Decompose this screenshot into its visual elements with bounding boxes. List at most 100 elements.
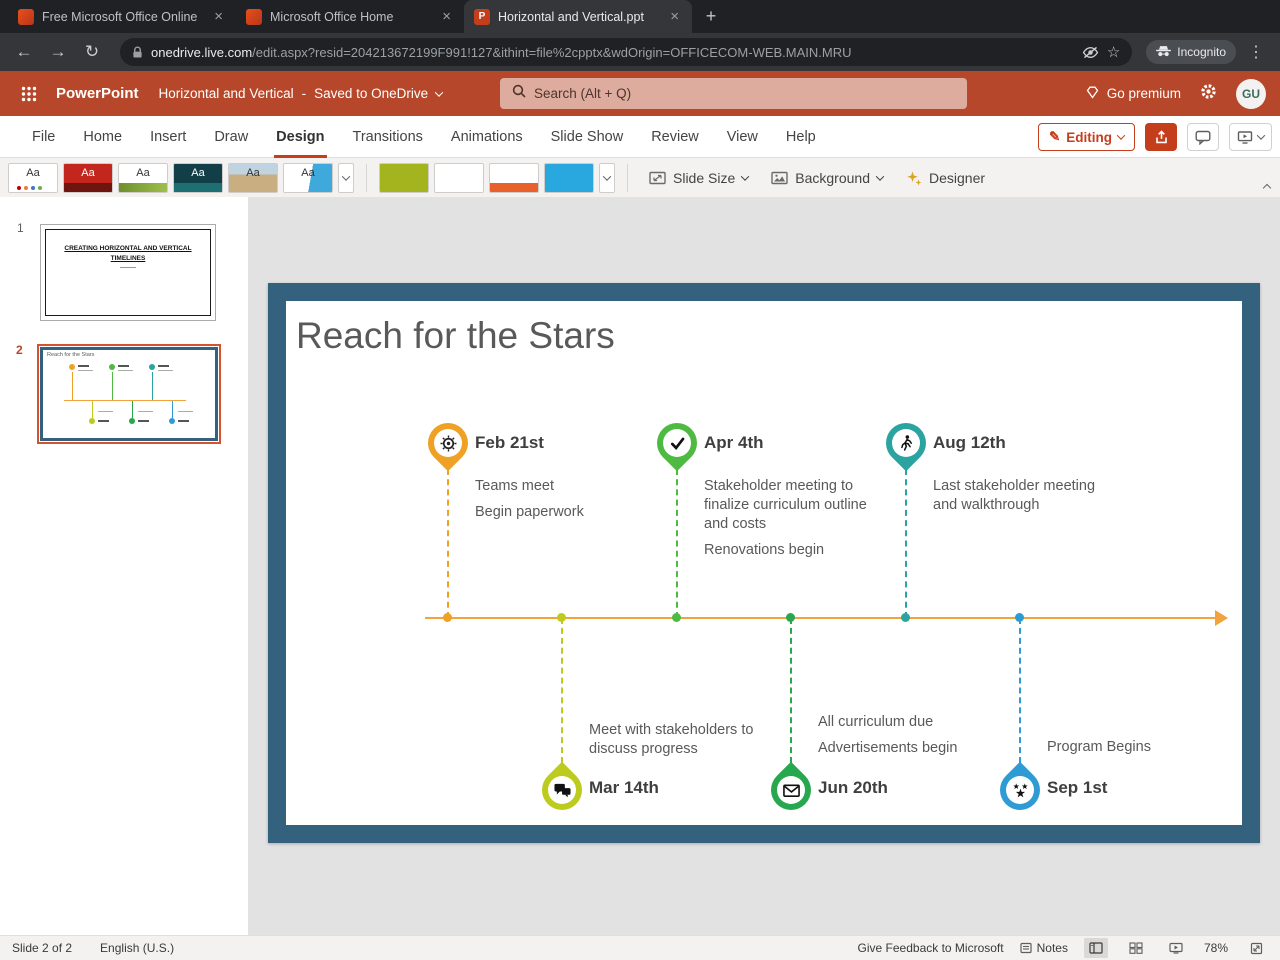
slide-frame[interactable]: Reach for the Stars Feb 21st Teams meet … <box>268 283 1260 843</box>
milestone-date[interactable]: Sep 1st <box>1047 778 1107 798</box>
close-icon[interactable]: × <box>439 8 454 25</box>
theme-thumbnail-2[interactable]: Aa <box>63 162 113 193</box>
slide-thumbnail-1[interactable]: CREATING HORIZONTAL AND VERTICAL TIMELIN… <box>40 224 216 321</box>
ribbon-tab-home[interactable]: Home <box>69 116 136 158</box>
collapse-ribbon-icon[interactable] <box>1262 183 1272 193</box>
ribbon-tab-animations[interactable]: Animations <box>437 116 537 158</box>
forward-icon[interactable]: → <box>44 38 72 66</box>
milestone-line: Teams meet <box>475 478 554 494</box>
milestone-text[interactable]: Stakeholder meeting to finalize curricul… <box>704 477 884 568</box>
incognito-icon <box>1156 45 1172 60</box>
variant-thumbnail-2[interactable] <box>434 162 484 193</box>
share-button[interactable] <box>1145 123 1177 151</box>
milestone-text[interactable]: Last stakeholder meeting and walkthrough <box>933 477 1105 522</box>
browser-tab-active[interactable]: P Horizontal and Vertical.ppt × <box>464 0 692 33</box>
account-avatar[interactable]: GU <box>1236 78 1266 109</box>
notes-label: Notes <box>1036 941 1068 955</box>
search-box[interactable] <box>500 78 967 109</box>
slide-count: Slide 2 of 2 <box>12 941 73 955</box>
search-input[interactable] <box>534 86 955 101</box>
milestone-text[interactable]: Meet with stakeholders to discuss progre… <box>589 721 757 766</box>
theme-strip <box>174 182 222 192</box>
milestone-text[interactable]: Program Begins <box>1047 738 1207 764</box>
browser-tab-2[interactable]: Microsoft Office Home × <box>236 0 464 33</box>
close-icon[interactable]: × <box>211 8 226 25</box>
theme-strip <box>64 182 112 192</box>
theme-strip <box>119 182 167 192</box>
slide-size-button[interactable]: Slide Size <box>640 163 757 193</box>
slide-thumbnail-2-selected[interactable]: Reach for the Stars <box>37 344 221 444</box>
theme-thumbnail-4[interactable]: Aa <box>173 162 223 193</box>
ribbon-tab-insert[interactable]: Insert <box>136 116 200 158</box>
milestone-pin-aug12[interactable] <box>877 414 935 472</box>
theme-thumbnail-6[interactable]: Aa <box>283 162 333 193</box>
mini-mark <box>132 401 133 418</box>
lock-icon <box>132 46 143 59</box>
language-button[interactable]: English (U.S.) <box>100 941 174 955</box>
connector-aug <box>905 469 907 618</box>
ribbon-tab-file[interactable]: File <box>18 116 69 158</box>
background-button[interactable]: Background <box>762 163 892 193</box>
milestone-pin-apr4[interactable] <box>648 414 706 472</box>
fit-to-window-button[interactable] <box>1244 938 1268 958</box>
ribbon-tab-transitions[interactable]: Transitions <box>339 116 437 158</box>
slide-surface[interactable]: Reach for the Stars Feb 21st Teams meet … <box>286 301 1242 825</box>
slideshow-view-button[interactable] <box>1164 938 1188 958</box>
variant-thumbnail-3[interactable] <box>489 162 539 193</box>
milestone-text[interactable]: Teams meet Begin paperwork <box>475 477 635 529</box>
milestone-pin-sep1[interactable] <box>991 761 1049 819</box>
browser-menu-icon[interactable]: ⋮ <box>1242 42 1270 62</box>
variant-thumbnail-1[interactable] <box>379 162 429 193</box>
theme-thumbnail-5[interactable]: Aa <box>228 162 278 193</box>
ribbon-tab-view[interactable]: View <box>713 116 772 158</box>
milestone-date[interactable]: Feb 21st <box>475 433 544 453</box>
url-field[interactable]: onedrive.live.com/edit.aspx?resid=204213… <box>120 38 1133 66</box>
theme-thumbnail-1[interactable]: Aa <box>8 162 58 193</box>
variant-thumbnail-4[interactable] <box>544 162 594 193</box>
settings-gear-icon[interactable] <box>1199 82 1218 106</box>
content-blocked-icon[interactable] <box>1082 46 1099 59</box>
ribbon-tab-draw[interactable]: Draw <box>200 116 262 158</box>
milestone-pin-feb21[interactable] <box>419 414 477 472</box>
new-tab-button[interactable]: + <box>698 4 724 30</box>
bookmark-star-icon[interactable]: ☆ <box>1107 43 1120 61</box>
theme-thumbnail-3[interactable]: Aa <box>118 162 168 193</box>
theme-gallery-more-button[interactable] <box>338 162 354 193</box>
milestone-date[interactable]: Apr 4th <box>704 433 764 453</box>
editing-mode-button[interactable]: ✎ Editing <box>1037 123 1135 151</box>
comments-button[interactable] <box>1187 123 1219 151</box>
tab-title: Horizontal and Vertical.ppt <box>498 9 644 24</box>
milestone-pin-jun20[interactable] <box>762 761 820 819</box>
ribbon-tab-review[interactable]: Review <box>637 116 713 158</box>
ribbon-tab-design[interactable]: Design <box>262 116 338 158</box>
ribbon-tab-slideshow[interactable]: Slide Show <box>537 116 638 158</box>
milestone-text[interactable]: All curriculum due Advertisements begin <box>818 713 998 765</box>
timeline-line[interactable] <box>425 617 1217 619</box>
designer-button[interactable]: Designer <box>897 163 994 193</box>
normal-view-button[interactable] <box>1083 938 1108 958</box>
slide-sorter-view-button[interactable] <box>1124 938 1148 958</box>
reload-icon[interactable]: ↻ <box>78 38 106 66</box>
feedback-link[interactable]: Give Feedback to Microsoft <box>858 941 1004 955</box>
zoom-level-button[interactable]: 78% <box>1204 941 1228 955</box>
go-premium-button[interactable]: Go premium <box>1085 86 1181 102</box>
close-icon[interactable]: × <box>667 8 682 25</box>
variant-strip <box>490 182 538 192</box>
milestone-date[interactable]: Aug 12th <box>933 433 1006 453</box>
app-name: PowerPoint <box>56 85 139 102</box>
slide-title[interactable]: Reach for the Stars <box>296 315 615 357</box>
milestone-pin-mar14[interactable] <box>533 761 591 819</box>
ribbon-tab-help[interactable]: Help <box>772 116 830 158</box>
app-launcher-icon[interactable] <box>14 79 44 109</box>
browser-tab-1[interactable]: Free Microsoft Office Online × <box>8 0 236 33</box>
mail-icon <box>777 776 805 804</box>
milestone-date[interactable]: Mar 14th <box>589 778 659 798</box>
variant-gallery-more-button[interactable] <box>599 162 615 193</box>
saved-status: Saved to OneDrive <box>314 86 429 101</box>
notes-button[interactable]: Notes <box>1020 941 1068 955</box>
slide2-mini: Reach for the Stars <box>43 350 215 438</box>
document-title[interactable]: Horizontal and Vertical - Saved to OneDr… <box>159 86 444 101</box>
back-icon[interactable]: ← <box>10 38 38 66</box>
present-button[interactable] <box>1229 123 1272 151</box>
milestone-date[interactable]: Jun 20th <box>818 778 888 798</box>
